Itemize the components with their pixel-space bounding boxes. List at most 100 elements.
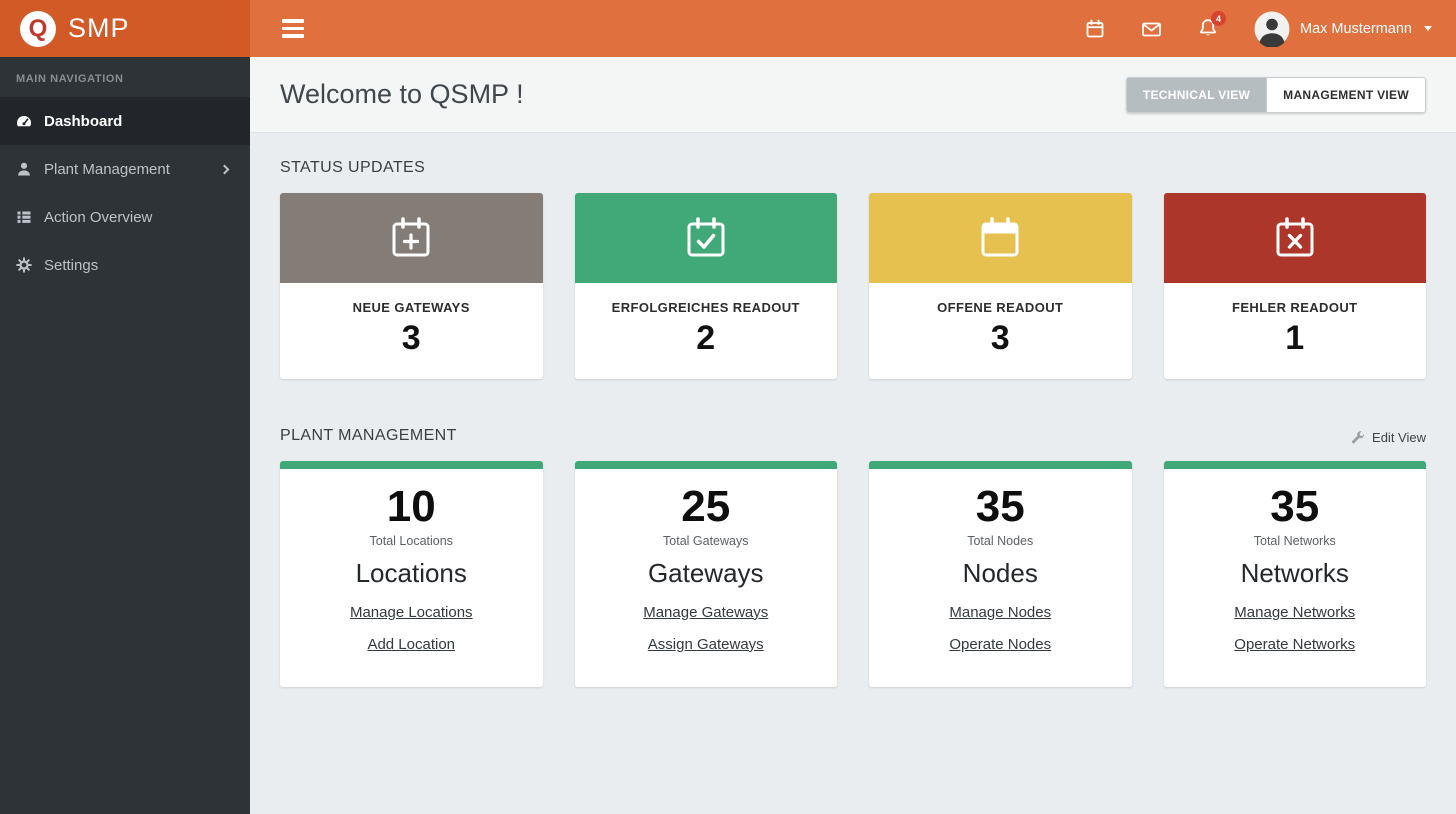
wrench-icon	[1351, 431, 1365, 444]
status-card-label: ERFOLGREICHES READOUT	[611, 300, 800, 315]
manage-locations-link[interactable]: Manage Locations	[350, 605, 473, 620]
topbar-nav: 4 Max Mustermann	[250, 0, 1456, 57]
dashboard-icon	[17, 116, 31, 127]
plant-card-networks: 35 Total Networks Networks Manage Networ…	[1163, 461, 1426, 687]
plant-section: PLANT MANAGEMENT Edit View 10 Total Loca…	[280, 427, 1426, 687]
status-card-label: FEHLER READOUT	[1232, 300, 1358, 315]
main-content: Welcome to QSMP ! TECHNICAL VIEW MANAGEM…	[250, 57, 1456, 814]
status-card-label: OFFENE READOUT	[937, 300, 1064, 315]
technical-view-button[interactable]: TECHNICAL VIEW	[1125, 76, 1267, 113]
status-card-value: 3	[990, 319, 1010, 357]
operate-nodes-link[interactable]: Operate Nodes	[949, 637, 1051, 652]
gear-icon	[16, 257, 32, 273]
logo-q-letter: Q	[28, 14, 48, 42]
status-card-offene-readout: OFFENE READOUT 3	[869, 193, 1132, 380]
plant-card-title: Locations	[355, 557, 467, 588]
plant-card-subtitle: Total Locations	[369, 533, 453, 548]
status-card-top	[1163, 193, 1426, 283]
avatar	[1254, 11, 1290, 47]
status-card-fehler-readout: FEHLER READOUT 1	[1163, 193, 1427, 380]
status-cards-row: NEUE GATEWAYS 3 ERFOLGREICHES READOUT 2 …	[280, 193, 1427, 380]
logo-q-icon: Q	[20, 10, 56, 47]
sidebar-section-label: MAIN NAVIGATION	[16, 73, 124, 85]
edit-view-label: Edit View	[1372, 430, 1426, 446]
plant-card-nodes: 35 Total Nodes Nodes Manage Nodes Operat…	[869, 461, 1132, 687]
card-accent-strip	[574, 461, 837, 470]
app-logo[interactable]: Q SMP	[0, 0, 250, 57]
operate-networks-link[interactable]: Operate Networks	[1234, 637, 1355, 652]
sidebar-item-plant-management[interactable]: Plant Management	[0, 145, 250, 193]
hamburger-icon	[282, 19, 304, 23]
notification-badge: 4	[1210, 11, 1226, 26]
sidebar: MAIN NAVIGATION Dashboard Plant Manageme…	[0, 57, 250, 814]
calendar-check-icon	[687, 217, 725, 257]
content-header: Welcome to QSMP ! TECHNICAL VIEW MANAGEM…	[250, 57, 1456, 133]
envelope-icon	[1142, 22, 1161, 36]
status-section-title: STATUS UPDATES	[280, 159, 426, 176]
app-root: Q SMP 4 Max Mustermann MAIN NAVIGATION D…	[0, 0, 1456, 814]
notifications-button[interactable]: 4	[1198, 11, 1226, 39]
sidebar-item-settings[interactable]: Settings	[0, 241, 250, 289]
status-card-value: 2	[696, 319, 716, 357]
calendar-icon	[981, 217, 1019, 257]
management-view-button[interactable]: MANAGEMENT VIEW	[1266, 76, 1426, 113]
calendar-icon	[1086, 19, 1104, 37]
status-card-top	[574, 193, 837, 283]
person-icon	[18, 162, 30, 176]
status-card-label: NEUE GATEWAYS	[352, 300, 470, 315]
sidebar-item-dashboard[interactable]: Dashboard	[0, 97, 250, 145]
plant-card-title: Gateways	[647, 557, 764, 588]
topbar: Q SMP 4 Max Mustermann	[0, 0, 1456, 57]
chevron-down-icon	[1424, 26, 1432, 31]
sidebar-toggle-button[interactable]	[276, 13, 310, 44]
status-section: STATUS UPDATES NEUE GATEWAYS 3 ERFOLGREI…	[280, 159, 1427, 380]
plant-card-title: Nodes	[962, 557, 1038, 588]
card-accent-strip	[1163, 461, 1426, 470]
sidebar-item-label: Settings	[44, 256, 99, 274]
add-location-link[interactable]: Add Location	[367, 637, 455, 652]
content-body: STATUS UPDATES NEUE GATEWAYS 3 ERFOLGREI…	[250, 133, 1456, 687]
plant-card-locations: 10 Total Locations Locations Manage Loca…	[280, 461, 543, 687]
messages-button[interactable]	[1141, 19, 1162, 39]
card-accent-strip	[280, 461, 543, 470]
manage-nodes-link[interactable]: Manage Nodes	[949, 605, 1051, 620]
view-toggle: TECHNICAL VIEW MANAGEMENT VIEW	[1125, 76, 1426, 113]
sidebar-item-label: Action Overview	[44, 208, 153, 226]
plant-card-title: Networks	[1240, 557, 1349, 588]
calendar-button[interactable]	[1085, 19, 1105, 39]
status-card-neue-gateways: NEUE GATEWAYS 3	[280, 193, 543, 380]
logo-text: SMP	[68, 13, 130, 43]
assign-gateways-link[interactable]: Assign Gateways	[648, 637, 764, 652]
calendar-plus-icon	[392, 217, 430, 257]
sidebar-item-label: Dashboard	[44, 112, 123, 130]
page-title: Welcome to QSMP !	[280, 79, 524, 109]
status-card-top	[869, 193, 1132, 283]
plant-card-subtitle: Total Nodes	[967, 533, 1034, 548]
plant-card-value: 25	[681, 482, 731, 532]
status-card-body: NEUE GATEWAYS 3	[280, 283, 543, 379]
plant-cards-row: 10 Total Locations Locations Manage Loca…	[280, 461, 1426, 687]
manage-gateways-link[interactable]: Manage Gateways	[643, 605, 768, 620]
plant-card-subtitle: Total Gateways	[663, 533, 749, 548]
manage-networks-link[interactable]: Manage Networks	[1234, 605, 1355, 620]
plant-card-value: 10	[386, 482, 436, 532]
sidebar-item-label: Plant Management	[44, 160, 170, 178]
plant-card-value: 35	[975, 482, 1025, 532]
user-name: Max Mustermann	[1299, 20, 1412, 37]
user-menu[interactable]: Max Mustermann	[1254, 11, 1432, 47]
status-card-body: OFFENE READOUT 3	[869, 283, 1132, 379]
status-card-value: 1	[1285, 319, 1305, 357]
status-card-top	[280, 193, 543, 283]
topbar-right: 4 Max Mustermann	[1085, 11, 1432, 47]
calendar-x-icon	[1276, 217, 1314, 257]
status-card-body: FEHLER READOUT 1	[1164, 283, 1427, 379]
status-card-value: 3	[401, 319, 421, 357]
card-accent-strip	[869, 461, 1132, 470]
plant-section-title: PLANT MANAGEMENT	[280, 427, 457, 445]
edit-view-button[interactable]: Edit View	[1351, 430, 1426, 445]
sidebar-item-action-overview[interactable]: Action Overview	[0, 193, 250, 241]
list-icon	[17, 211, 31, 223]
plant-card-subtitle: Total Networks	[1253, 533, 1336, 548]
chevron-right-icon	[219, 164, 230, 174]
plant-card-value: 35	[1270, 482, 1320, 532]
